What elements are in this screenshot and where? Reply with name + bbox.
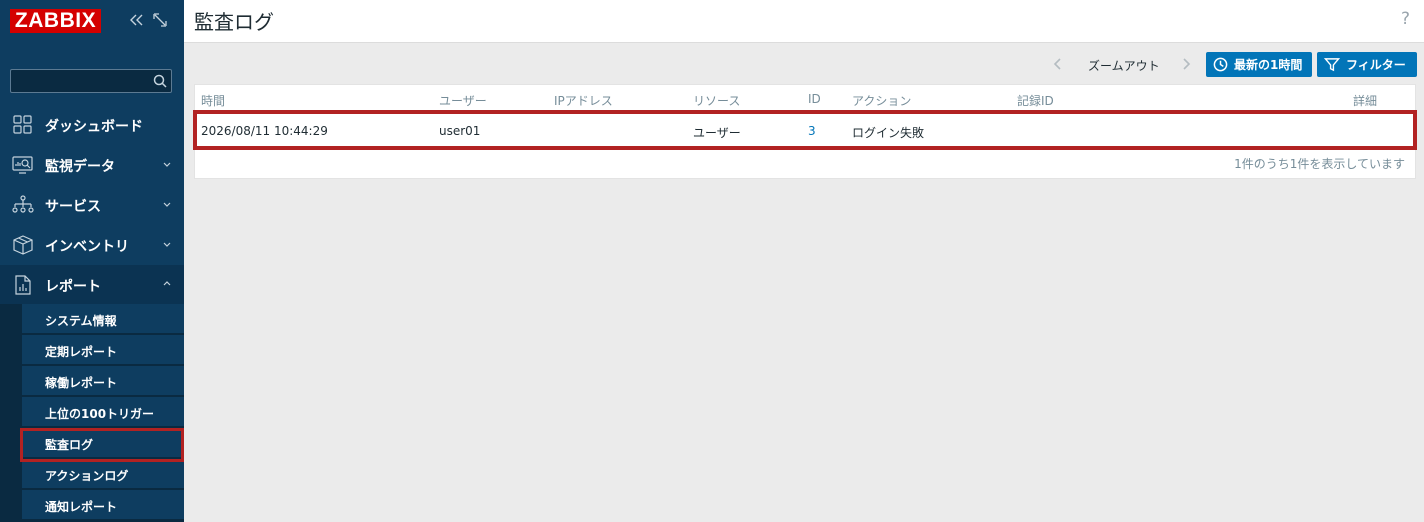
chevron-left-icon[interactable] (1052, 56, 1064, 72)
chevron-right-icon[interactable] (1180, 56, 1192, 72)
chevron-down-icon (163, 162, 171, 167)
column-header-time[interactable]: 時間 (201, 92, 225, 109)
collapse-sidebar-icon[interactable] (128, 12, 144, 28)
dashboard-icon (13, 115, 32, 134)
nav-label-dashboard: ダッシュボード (45, 119, 143, 135)
kiosk-mode-icon[interactable] (152, 12, 168, 28)
column-header-resource[interactable]: リソース (693, 92, 740, 109)
nav-label-services: サービス (45, 199, 101, 215)
nav-item-monitoring[interactable]: 監視データ (0, 145, 184, 185)
chevron-up-icon (163, 281, 171, 286)
column-header-action[interactable]: アクション (852, 92, 911, 109)
reports-icon (15, 275, 31, 295)
chevron-down-icon (163, 242, 171, 247)
search-box (10, 69, 172, 93)
nav-item-services[interactable]: サービス (0, 185, 184, 225)
table-footer-count: 1件のうち1件を表示しています (1234, 157, 1405, 171)
audit-log-highlight-box (20, 428, 184, 462)
column-header-record-id[interactable]: 記録ID (1017, 92, 1054, 109)
clock-icon (1213, 57, 1228, 72)
row-highlight-box (193, 110, 1417, 150)
submenu-label: 稼働レポート (45, 376, 118, 390)
inventory-icon (13, 235, 33, 255)
column-header-user[interactable]: ユーザー (439, 92, 487, 109)
nav-label-monitoring: 監視データ (45, 159, 115, 175)
sidebar: ZABBIX ダッシュボード 監視データ サービス インベントリ レポート シス… (0, 0, 184, 522)
zoom-out-button[interactable]: ズームアウト (1088, 57, 1160, 74)
submenu-label: 通知レポート (45, 500, 118, 514)
submenu-item-availability-report[interactable]: 稼働レポート (22, 366, 184, 396)
submenu-label: システム情報 (45, 314, 117, 328)
search-input[interactable] (11, 70, 147, 92)
services-icon (12, 195, 34, 213)
page-title: 監査ログ (194, 10, 274, 34)
reports-submenu: システム情報 定期レポート 稼働レポート 上位の100トリガー 監査ログ アクシ… (0, 304, 184, 522)
search-icon[interactable] (152, 73, 168, 89)
column-header-ip[interactable]: IPアドレス (554, 92, 613, 109)
filter-icon (1324, 58, 1340, 72)
time-filter-bar: ズームアウト 最新の1時間 フィルター (184, 51, 1424, 79)
chevron-down-icon (163, 202, 171, 207)
submenu-item-scheduled-reports[interactable]: 定期レポート (22, 335, 184, 365)
audit-log-table: 時間 ユーザー IPアドレス リソース ID アクション 記録ID 詳細 202… (193, 84, 1417, 179)
submenu-item-notification-report[interactable]: 通知レポート (22, 490, 184, 520)
submenu-item-action-log[interactable]: アクションログ (22, 459, 184, 489)
nav-item-inventory[interactable]: インベントリ (0, 225, 184, 265)
submenu-label: アクションログ (45, 469, 129, 483)
help-icon[interactable]: ? (1401, 9, 1410, 29)
filter-label: フィルター (1346, 58, 1406, 72)
column-header-id[interactable]: ID (808, 92, 821, 106)
page-header: 監査ログ ? (184, 0, 1424, 43)
time-period-label: 最新の1時間 (1234, 58, 1303, 72)
time-period-button[interactable]: 最新の1時間 (1206, 52, 1312, 77)
submenu-item-system-info[interactable]: システム情報 (22, 304, 184, 334)
nav-item-dashboard[interactable]: ダッシュボード (0, 105, 184, 145)
submenu-label: 定期レポート (45, 345, 118, 359)
filter-button[interactable]: フィルター (1317, 52, 1417, 77)
nav-label-inventory: インベントリ (45, 239, 129, 255)
nav-label-reports: レポート (45, 279, 101, 295)
nav-item-reports[interactable]: レポート (0, 265, 184, 305)
submenu-item-top-100-triggers[interactable]: 上位の100トリガー (22, 397, 184, 427)
submenu-label: 上位の100トリガー (45, 407, 155, 421)
monitoring-icon (12, 156, 33, 174)
zabbix-logo[interactable]: ZABBIX (10, 9, 101, 33)
column-header-details: 詳細 (1353, 94, 1378, 108)
